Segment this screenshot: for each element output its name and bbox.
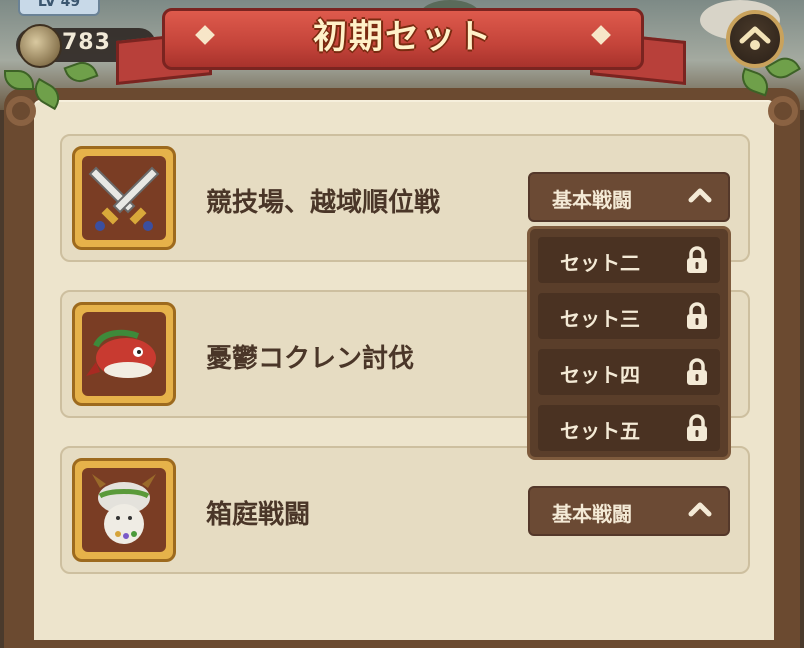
lock-icon (687, 246, 707, 273)
level-badge: LV 49 (18, 0, 100, 16)
mode-icon-frame (72, 146, 176, 250)
coin-icon (18, 24, 62, 68)
option-label: セット五 (560, 419, 640, 443)
lock-icon (687, 358, 707, 385)
formation-dropdown-button[interactable]: 基本戦闘 (528, 486, 730, 536)
chevron-up-icon (688, 502, 712, 517)
coin-value: 783 (62, 30, 111, 55)
chevron-up-icon (688, 188, 712, 203)
home-icon (739, 26, 771, 50)
dropdown-option[interactable]: セット五 (538, 405, 720, 451)
lock-icon (687, 302, 707, 329)
mode-title: 憂鬱コクレン討伐 (206, 344, 415, 374)
dropdown-label: 基本戦闘 (552, 188, 632, 212)
option-label: セット二 (560, 251, 640, 275)
dropdown-option[interactable]: セット四 (538, 349, 720, 395)
frame-curl-left (6, 96, 36, 126)
mode-icon-frame (72, 458, 176, 562)
option-label: セット四 (560, 363, 640, 387)
mushroom-spirit-icon (92, 474, 156, 544)
mode-icon-frame (72, 302, 176, 406)
dropdown-option[interactable]: セット三 (538, 293, 720, 339)
mode-title: 箱庭戦闘 (206, 500, 311, 530)
dropdown-label: 基本戦闘 (552, 502, 632, 526)
mode-title: 競技場、越域順位戦 (206, 188, 441, 218)
dropdown-option[interactable]: セット二 (538, 237, 720, 283)
lock-icon (687, 414, 707, 441)
crossed-swords-icon (88, 166, 160, 231)
home-button[interactable] (726, 10, 784, 68)
option-label: セット三 (560, 307, 640, 331)
red-whale-icon (86, 329, 156, 378)
page-title: 初期セット (313, 17, 493, 57)
formation-dropdown-button[interactable]: 基本戦闘 (528, 172, 730, 222)
formation-dropdown-list: セット二 セット三 セット四 セット五 (527, 226, 731, 460)
frame-curl-right (768, 96, 798, 126)
